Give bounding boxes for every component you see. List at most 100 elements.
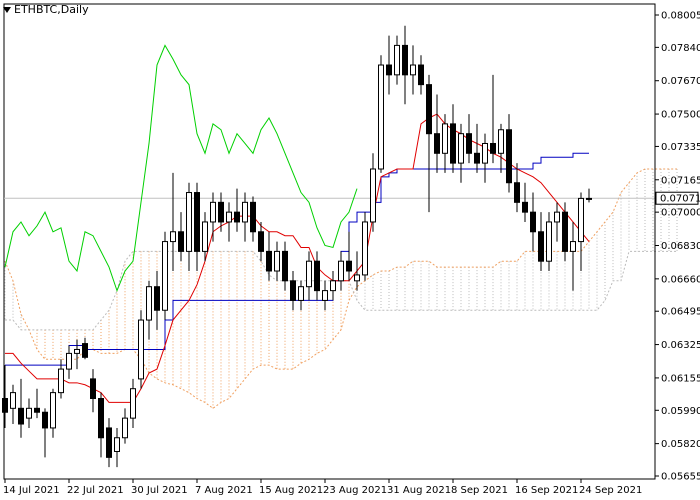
candle [314, 251, 320, 301]
candle [234, 188, 240, 232]
candle-body [386, 64, 392, 76]
candle [306, 251, 312, 301]
time-tick-label: 14 Jul 2021 [3, 485, 60, 496]
candle [170, 172, 176, 272]
candle-body [546, 221, 552, 262]
candle [418, 55, 424, 95]
candle [90, 369, 96, 413]
candle-body [50, 392, 56, 429]
candle-body [66, 352, 72, 370]
candle-body [554, 211, 560, 223]
candle-body [466, 133, 472, 154]
candle [138, 310, 144, 389]
candle [42, 408, 48, 458]
candle-body [106, 427, 112, 458]
candle-body [530, 211, 536, 233]
candle [482, 133, 488, 183]
candle [426, 74, 432, 213]
candle [506, 114, 512, 193]
price-tick-label: 0.07500 [661, 110, 700, 121]
price-chart[interactable]: 0.08005 0.07840 0.07670 0.07500 0.07335 0.071… [0, 0, 700, 500]
price-tick-label: 0.07000 [661, 208, 700, 219]
candle [378, 55, 384, 173]
candle [74, 339, 80, 370]
candle [530, 192, 536, 252]
candle [346, 231, 352, 281]
candle-body [146, 286, 152, 321]
candle-body [74, 348, 80, 354]
candle-body [122, 417, 128, 439]
candle-body [98, 398, 104, 439]
candle-body [346, 260, 352, 272]
candle [322, 280, 328, 311]
candle [26, 398, 32, 428]
candle [538, 212, 544, 272]
price-tick-label: 0.05990 [661, 406, 700, 417]
candle-body [522, 201, 528, 213]
candle [554, 202, 560, 242]
candle-body [34, 407, 40, 413]
candle-body [162, 241, 168, 311]
time-axis: 14 Jul 2021 22 Jul 2021 30 Jul 2021 7 Aug 2… [3, 478, 655, 496]
price-tick-label: 0.06155 [661, 373, 700, 384]
candle-body [298, 286, 304, 301]
candle-body [442, 123, 448, 154]
candle [98, 392, 104, 458]
candle [394, 35, 400, 85]
candle-body [250, 201, 256, 233]
time-tick-label: 23 Aug 2021 [323, 485, 387, 496]
candle-body [90, 378, 96, 400]
candle [586, 188, 592, 203]
candle-body [538, 231, 544, 262]
candle [130, 378, 136, 428]
candle-body [482, 142, 488, 164]
candle [274, 241, 280, 281]
candle-body [282, 250, 288, 282]
candle-body [418, 64, 424, 86]
candle [330, 271, 336, 301]
candle [18, 378, 24, 438]
candle [162, 231, 168, 321]
candle-body [322, 290, 328, 301]
candle [50, 388, 56, 438]
candle-body [570, 241, 576, 252]
time-tick-label: 31 Aug 2021 [387, 485, 451, 496]
candle [226, 202, 232, 242]
candle-body [426, 84, 432, 135]
candle [490, 74, 496, 164]
candle-body [258, 231, 264, 252]
candle [194, 182, 200, 272]
candle [370, 153, 376, 232]
current-price-text: 0.07071 [660, 194, 700, 205]
price-tick-label: 0.06660 [661, 274, 700, 285]
candle-body [26, 407, 32, 419]
candle [450, 104, 456, 173]
time-tick-label: 8 Sep 2021 [451, 485, 508, 496]
price-axis: 0.08005 0.07840 0.07670 0.07500 0.07335 0.071… [654, 4, 700, 483]
candle-body [474, 152, 480, 164]
price-tick-label: 0.06495 [661, 307, 700, 318]
candle-body [458, 133, 464, 164]
candle [106, 418, 112, 468]
candle-body [58, 368, 64, 394]
candle [410, 45, 416, 95]
candle-body [18, 407, 24, 425]
candle-body [218, 201, 224, 223]
candle-body [586, 197, 592, 200]
candle [298, 280, 304, 311]
candle-body [410, 64, 416, 76]
candle-body [370, 168, 376, 223]
candle-body [498, 129, 504, 154]
candle [466, 114, 472, 164]
candle [546, 212, 552, 272]
candle [362, 212, 368, 281]
candle [522, 182, 528, 222]
candle [402, 25, 408, 105]
time-tick-label: 7 Aug 2021 [195, 485, 253, 496]
candle [34, 388, 40, 419]
price-tick-label: 0.06325 [661, 340, 700, 351]
candle [474, 123, 480, 173]
candle-body [314, 260, 320, 292]
candle [66, 345, 72, 379]
time-tick-label: 22 Jul 2021 [67, 485, 124, 496]
